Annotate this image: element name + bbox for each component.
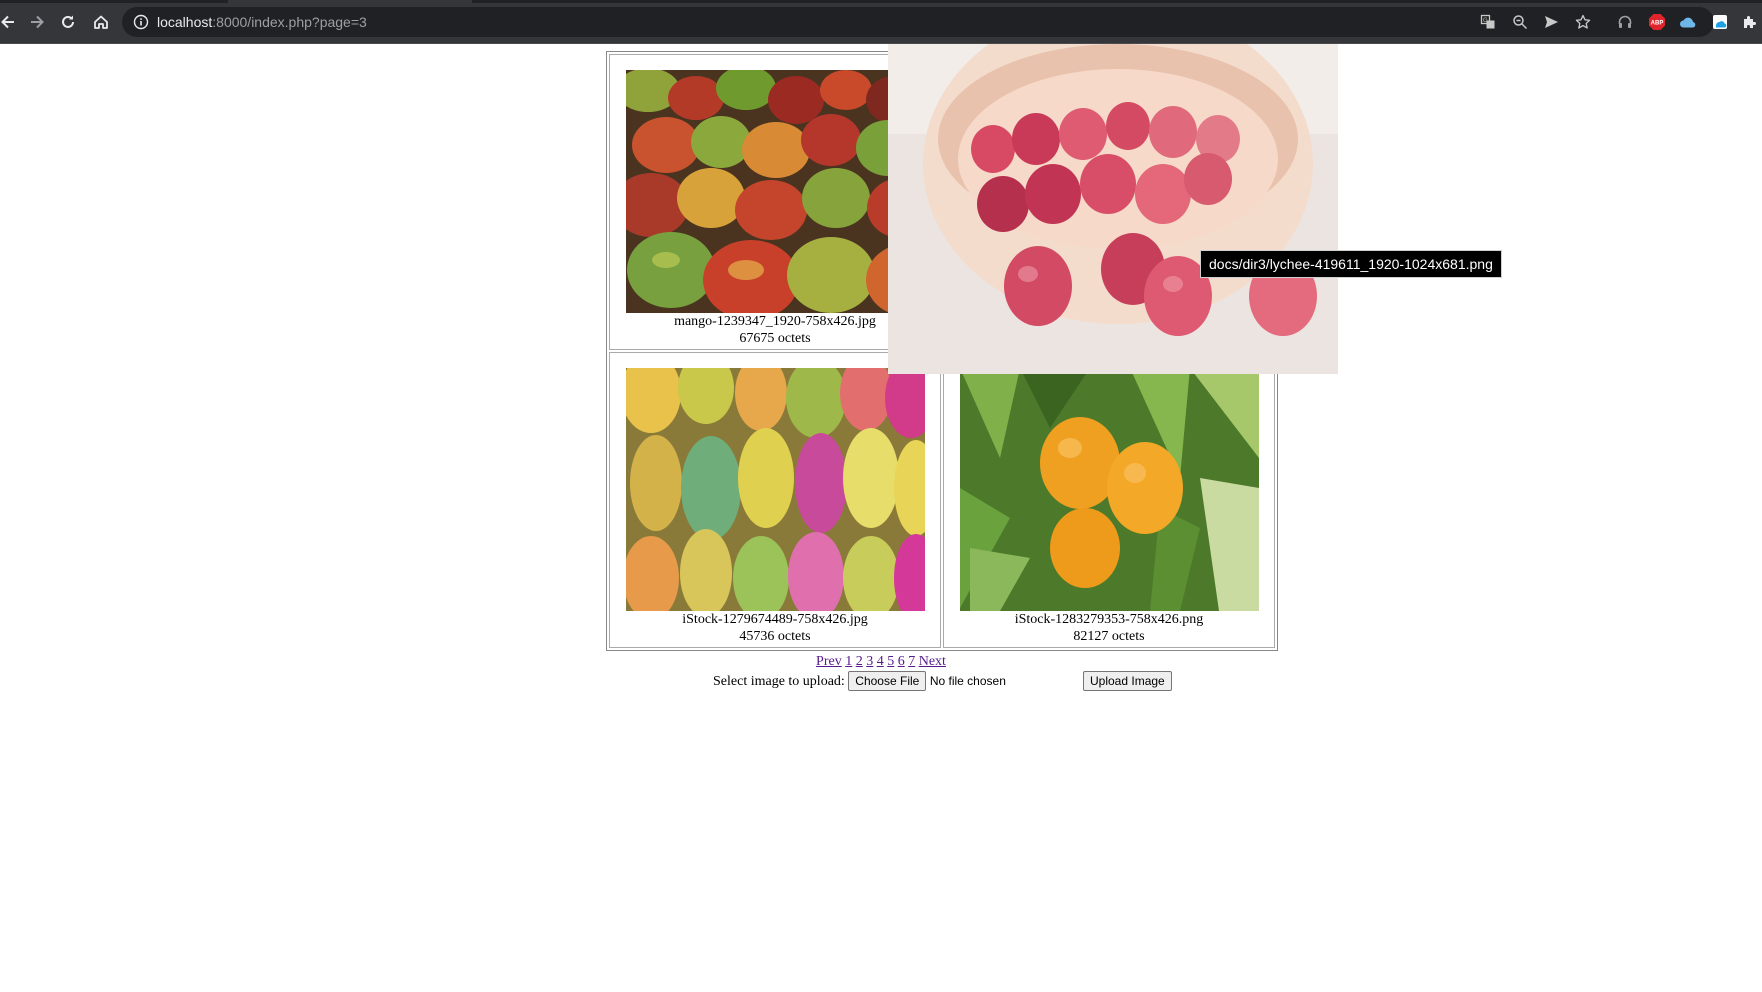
page-link-1[interactable]: 1 [845, 654, 852, 669]
active-tab-edge[interactable] [228, 0, 472, 3]
reload-icon[interactable] [56, 10, 80, 34]
gallery-cell: iStock-1283279353-758x426.png 82127 octe… [943, 352, 1275, 648]
prev-link[interactable]: Prev [816, 654, 842, 669]
adblock-icon[interactable]: ABP [1647, 12, 1667, 32]
next-link[interactable]: Next [919, 654, 946, 669]
screenshot-icon[interactable] [1710, 12, 1730, 32]
gallery-cell: iStock-1279674489-758x426.jpg 45736 octe… [609, 352, 941, 648]
back-arrow-icon[interactable] [0, 10, 20, 34]
forward-arrow-icon[interactable] [25, 10, 49, 34]
image-size: 45736 octets [739, 629, 811, 644]
site-info-icon[interactable] [133, 14, 149, 30]
tab-strip [0, 0, 1762, 3]
page-link-7[interactable]: 7 [908, 654, 915, 669]
svg-text:ABP: ABP [1651, 21, 1664, 27]
lychee-preview-image [888, 44, 1338, 374]
bookmark-star-icon[interactable] [1575, 14, 1591, 30]
orange-tree-image[interactable] [959, 368, 1259, 611]
url-host: localhost [157, 14, 213, 30]
toolbar-divider [0, 43, 1762, 44]
cloud-icon[interactable] [1678, 12, 1698, 32]
zoom-icon[interactable] [1512, 14, 1528, 30]
choose-file-button[interactable]: Choose File [848, 671, 927, 691]
image-size: 82127 octets [1073, 629, 1145, 644]
prickly-pear-image[interactable] [625, 368, 925, 611]
page-link-2[interactable]: 2 [856, 654, 863, 669]
page-link-6[interactable]: 6 [898, 654, 905, 669]
svg-text:G: G [1483, 18, 1488, 24]
image-filename: iStock-1283279353-758x426.png [1014, 612, 1204, 627]
pagination: Prev 1 2 3 4 5 6 7 Next [0, 654, 1762, 670]
page-link-3[interactable]: 3 [866, 654, 873, 669]
translate-icon[interactable]: G [1480, 14, 1496, 30]
no-file-text: No file chosen [929, 674, 1006, 688]
page-link-5[interactable]: 5 [887, 654, 894, 669]
puzzle-icon[interactable] [1740, 12, 1760, 32]
image-filename: iStock-1279674489-758x426.jpg [682, 612, 868, 627]
browser-toolbar: localhost:8000/index.php?page=3 G ABP [0, 0, 1762, 44]
page-link-4[interactable]: 4 [877, 654, 884, 669]
headset-icon[interactable] [1615, 12, 1635, 32]
home-icon[interactable] [89, 10, 113, 34]
send-icon[interactable] [1543, 14, 1559, 30]
url-path: :8000/index.php?page=3 [212, 14, 367, 30]
upload-label: Select image to upload: [713, 674, 845, 689]
upload-form: Select image to upload: Choose File No f… [713, 671, 1006, 691]
mango-image[interactable] [625, 70, 925, 313]
url-text[interactable]: localhost:8000/index.php?page=3 [157, 7, 367, 37]
filepath-tooltip: docs/dir3/lychee-419611_1920-1024x681.pn… [1200, 250, 1502, 278]
address-bar[interactable]: localhost:8000/index.php?page=3 G [122, 7, 1714, 37]
upload-image-button[interactable]: Upload Image [1083, 671, 1172, 691]
